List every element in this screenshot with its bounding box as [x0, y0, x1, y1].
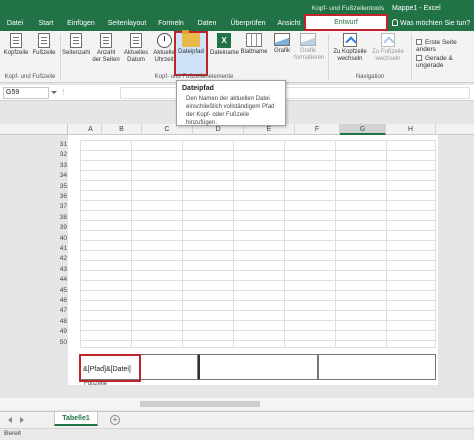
header-button[interactable]: Kopfzeile	[2, 33, 30, 71]
current-date-button[interactable]: Aktuelles Datum	[122, 33, 150, 71]
tab-page-layout[interactable]: Seitenlayout	[104, 16, 150, 31]
row-header[interactable]: 42	[54, 254, 68, 264]
clock-icon	[156, 33, 172, 48]
row-header[interactable]: 38	[54, 213, 68, 223]
current-time-label: Aktuelle Uhrzeit	[153, 50, 175, 63]
row-header[interactable]: 39	[54, 223, 68, 233]
row-header[interactable]: 36	[54, 192, 68, 202]
tab-home[interactable]: Start	[33, 16, 59, 31]
select-all-corner[interactable]	[0, 124, 68, 135]
tab-design[interactable]: Entwurf	[304, 14, 388, 31]
page-number-button[interactable]: Seitenzahl	[62, 33, 90, 71]
row-header[interactable]: 32	[54, 150, 68, 160]
tooltip-title: Dateipfad	[182, 85, 214, 92]
row-header[interactable]: 48	[54, 317, 68, 327]
scroll-left-icon[interactable]	[8, 417, 12, 423]
row-header[interactable]: 41	[54, 244, 68, 254]
page-count-button[interactable]: Anzahl der Seiten	[92, 33, 120, 71]
chevron-down-icon[interactable]	[51, 91, 57, 94]
row-header[interactable]: 50	[54, 338, 68, 348]
column-header-h[interactable]: H	[386, 124, 436, 135]
footer-center-section[interactable]	[198, 354, 318, 380]
name-box[interactable]: G59	[3, 87, 49, 99]
tab-data[interactable]: Daten	[193, 16, 221, 31]
file-path-button[interactable]: Dateipfad	[177, 30, 205, 71]
file-path-tooltip: Dateipfad Den Namen der aktuellen Datei …	[176, 80, 286, 126]
row-header[interactable]: 37	[54, 202, 68, 212]
row-header[interactable]: 46	[54, 296, 68, 306]
sheet-tab-bar: Tabelle1 +	[0, 411, 474, 428]
tell-me-box[interactable]: Was möchten Sie tun?	[392, 16, 470, 31]
status-text: Bereit	[4, 430, 21, 437]
page-count-label: Anzahl der Seiten	[92, 50, 120, 63]
tooltip-body: Den Namen der aktuellen Datei einschließ…	[186, 96, 275, 126]
page-number-label: Seitenzahl	[62, 50, 91, 56]
column-header-f[interactable]: F	[295, 124, 340, 135]
tab-view[interactable]: Ansicht	[274, 16, 304, 31]
horizontal-scrollbar[interactable]	[0, 398, 474, 410]
lightbulb-icon	[392, 19, 398, 26]
calendar-icon	[130, 33, 142, 48]
row-header[interactable]: 35	[54, 182, 68, 192]
page-icon	[10, 33, 22, 48]
column-header-g[interactable]: G	[340, 124, 386, 135]
formula-input[interactable]	[120, 87, 470, 99]
footer-button-label: Fußzeile	[32, 50, 56, 56]
group-separator	[60, 34, 61, 80]
ribbon: Kopfzeile Fußzeile Kopf- und Fußzeile Se…	[0, 31, 474, 83]
row-header[interactable]: 47	[54, 306, 68, 316]
row-header[interactable]: 45	[54, 286, 68, 296]
row-header[interactable]: 43	[54, 265, 68, 275]
footer-button[interactable]: Fußzeile	[30, 33, 58, 71]
row-header[interactable]: 49	[54, 327, 68, 337]
page-icon	[38, 33, 50, 48]
page-count-icon	[100, 33, 112, 48]
folder-icon	[182, 30, 200, 47]
column-header-b[interactable]: B	[102, 124, 142, 135]
group-label-header-footer: Kopf- und Fußzeile	[4, 74, 56, 80]
scrollbar-thumb[interactable]	[140, 401, 260, 407]
tab-formulas[interactable]: Formeln	[155, 16, 187, 31]
title-bar: Kopf- und Fußzeilentools Mappe1 - Excel …	[0, 0, 474, 31]
status-bar: Bereit	[0, 428, 474, 440]
tab-insert[interactable]: Einfügen	[64, 16, 98, 31]
cell-grid[interactable]	[80, 140, 436, 348]
scroll-right-icon[interactable]	[20, 417, 24, 423]
current-date-label: Aktuelles Datum	[123, 50, 149, 63]
page-number-icon	[70, 33, 82, 48]
footer-left-text[interactable]: &[Pfad]&[Datei]	[83, 366, 131, 373]
window-title: Mappe1 - Excel	[392, 5, 441, 12]
row-header[interactable]: 34	[54, 171, 68, 181]
row-header[interactable]: 40	[54, 234, 68, 244]
tab-review[interactable]: Überprüfen	[227, 16, 269, 31]
row-header[interactable]: 33	[54, 161, 68, 171]
tab-file[interactable]: Datei	[3, 16, 27, 31]
header-button-label: Kopfzeile	[3, 50, 29, 56]
row-header[interactable]: 44	[54, 275, 68, 285]
file-path-label: Dateipfad	[178, 49, 204, 55]
footer-right-section[interactable]	[318, 354, 436, 380]
formula-bar-handle: ⋮	[60, 89, 67, 96]
tell-me-text: Was möchten Sie tun?	[400, 20, 471, 27]
row-header[interactable]: 31	[54, 140, 68, 150]
column-header-a[interactable]: A	[80, 124, 102, 135]
add-sheet-button[interactable]: +	[110, 415, 120, 425]
sheet-tab-tabelle1[interactable]: Tabelle1	[54, 412, 98, 426]
